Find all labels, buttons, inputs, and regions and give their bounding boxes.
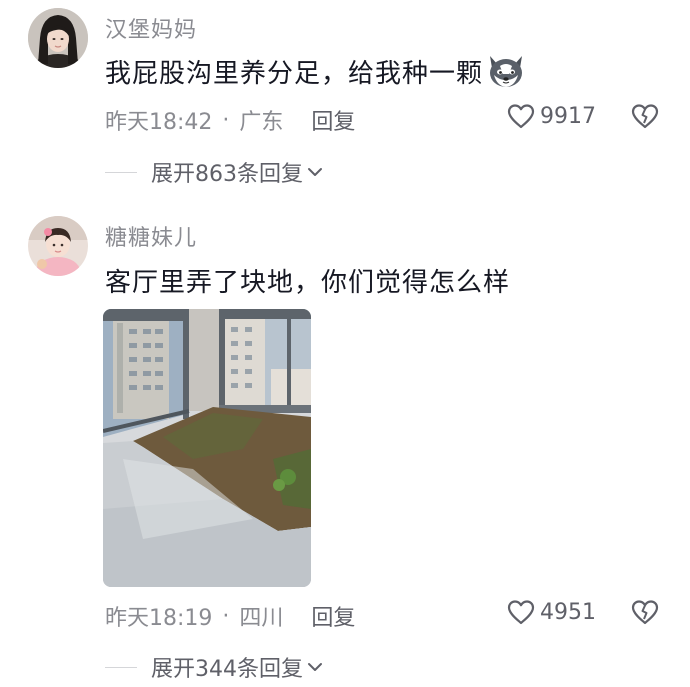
separator-dot: · xyxy=(222,603,230,629)
separator-dot: · xyxy=(222,107,230,133)
divider-line xyxy=(105,171,137,173)
comment-meta: 昨天18:19 · 四川 回复 xyxy=(105,600,355,632)
comment-time: 昨天18:19 xyxy=(105,606,213,631)
divider-line xyxy=(105,666,137,668)
broken-heart-icon xyxy=(630,599,660,625)
avatar[interactable] xyxy=(28,8,88,68)
comment-text: 客厅里弄了块地，你们觉得怎么样 xyxy=(105,268,511,298)
username[interactable]: 糖糖妹儿 xyxy=(105,220,197,252)
like-count: 4951 xyxy=(540,599,596,625)
husky-dog-face-icon xyxy=(485,52,527,90)
expand-replies-button[interactable]: 展开344条回复 xyxy=(105,651,323,683)
expand-replies-button[interactable]: 展开863条回复 xyxy=(105,156,323,188)
heart-icon xyxy=(506,103,540,129)
comment-location: 广东 xyxy=(239,110,284,135)
comment-image[interactable] xyxy=(103,309,311,587)
username[interactable]: 汉堡妈妈 xyxy=(105,12,197,44)
dislike-button[interactable] xyxy=(630,103,660,133)
comment-location: 四川 xyxy=(239,606,284,631)
comment-meta: 昨天18:42 · 广东 回复 xyxy=(105,104,355,136)
avatar[interactable] xyxy=(28,216,88,276)
chevron-down-icon xyxy=(307,166,323,178)
expand-replies-label: 展开863条回复 xyxy=(151,162,303,187)
chevron-down-icon xyxy=(307,661,323,673)
reply-button[interactable]: 回复 xyxy=(311,104,355,136)
like-count: 9917 xyxy=(540,103,596,129)
comment-text: 我屁股沟里养分足，给我种一颗 xyxy=(105,52,527,90)
dislike-button[interactable] xyxy=(630,599,660,629)
reply-button[interactable]: 回复 xyxy=(311,600,355,632)
like-button[interactable]: 9917 xyxy=(506,103,596,129)
comment-text-body: 我屁股沟里养分足，给我种一颗 xyxy=(105,58,484,89)
broken-heart-icon xyxy=(630,103,660,129)
comment-time: 昨天18:42 xyxy=(105,110,213,135)
heart-icon xyxy=(506,599,540,625)
expand-replies-label: 展开344条回复 xyxy=(151,657,303,682)
like-button[interactable]: 4951 xyxy=(506,599,596,625)
